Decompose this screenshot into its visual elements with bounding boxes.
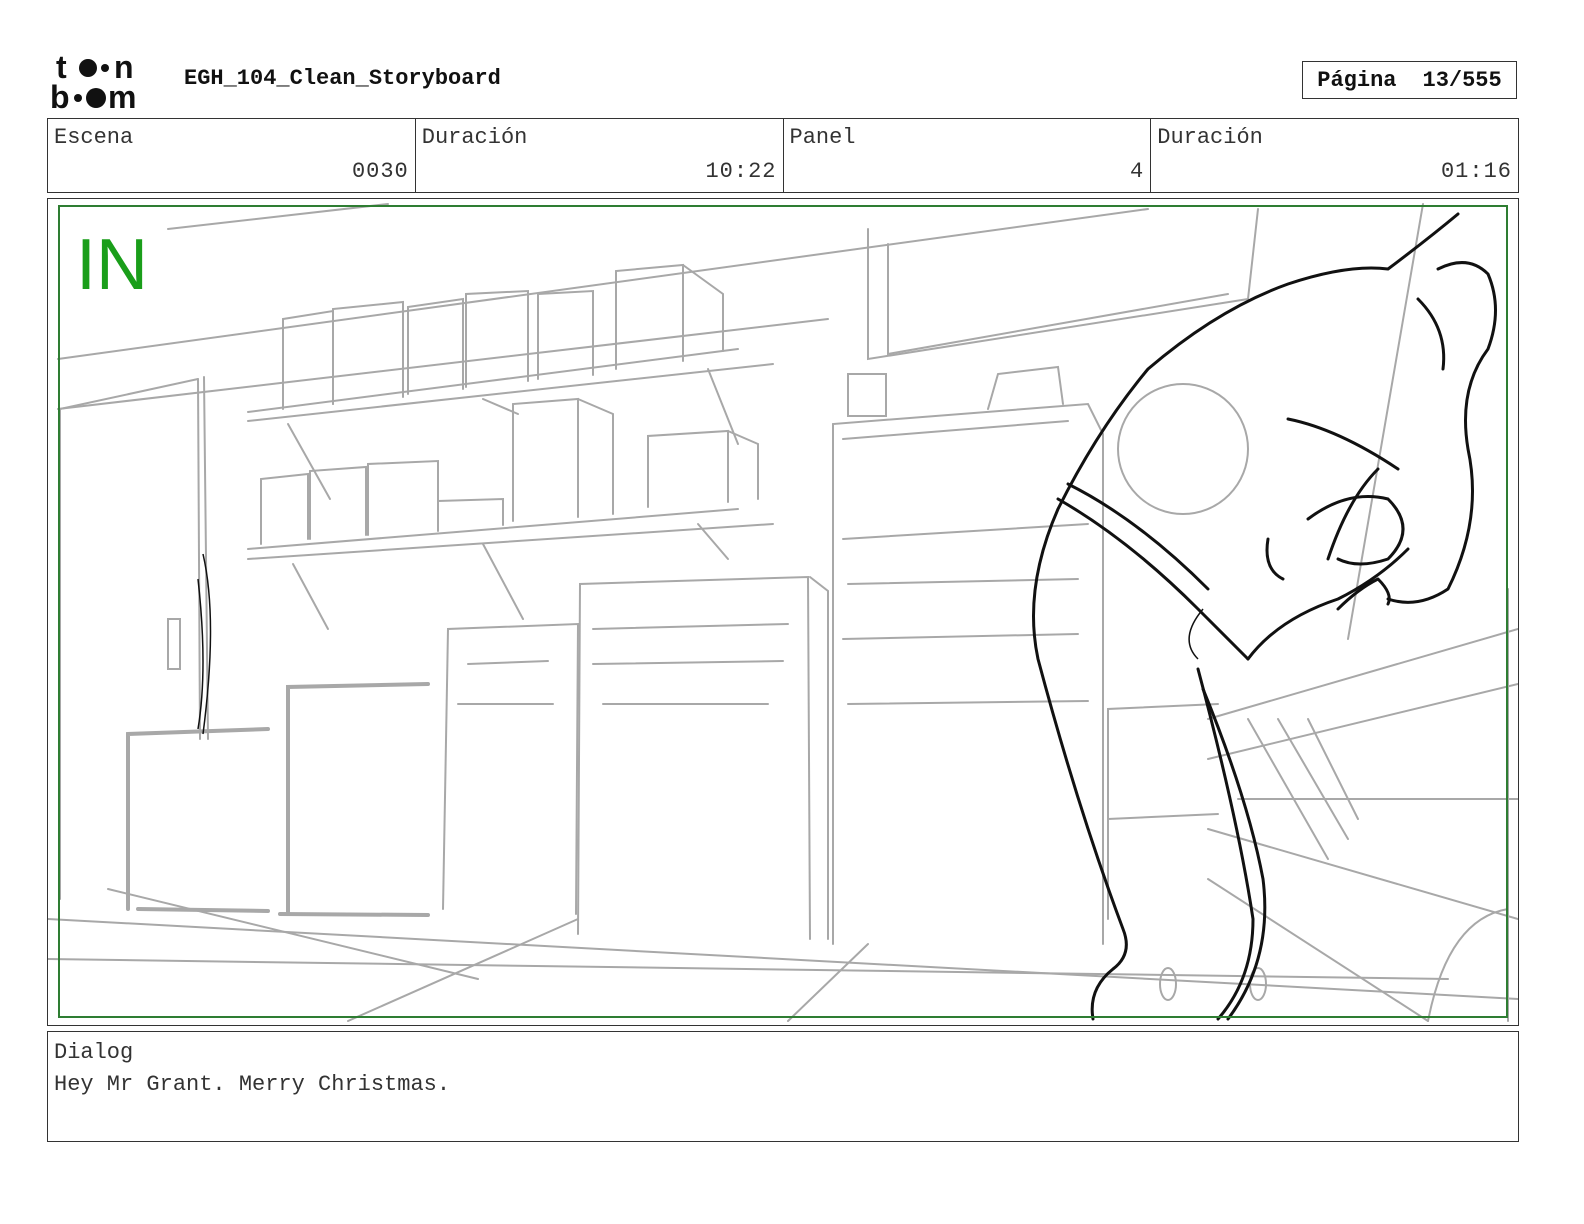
panel-sketch [48,203,1518,1022]
scene-value: 0030 [351,159,409,184]
page-value: 13/555 [1422,67,1502,93]
info-row: Escena 0030 Duración 10:22 Panel 4 Durac… [47,118,1519,193]
scene-duration-value: 10:22 [705,159,777,184]
panel-duration-label: Duración [1157,125,1263,150]
scene-duration-cell: Duración 10:22 [416,119,784,192]
panel-value: 4 [1130,159,1145,184]
safe-frame [58,205,1508,1018]
scene-cell: Escena 0030 [48,119,416,192]
scene-duration-label: Duración [421,125,528,150]
panel-label: Panel [789,125,856,150]
dialog-box: Dialog Hey Mr Grant. Merry Christmas. [47,1031,1519,1142]
in-marker: IN [76,225,148,305]
svg-text:m: m [108,79,136,112]
panel-duration-value: 01:16 [1440,159,1512,184]
document-title: EGH_104_Clean_Storyboard [184,66,501,91]
toon-boom-logo: t n b m [50,50,136,112]
panel-cell: Panel 4 [784,119,1152,192]
storyboard-panel: IN [47,198,1519,1026]
scene-label: Escena [54,125,134,150]
svg-text:b: b [50,79,70,112]
panel-duration-cell: Duración 01:16 [1151,119,1518,192]
dialog-text: Hey Mr Grant. Merry Christmas. [54,1072,451,1097]
page-label: Página [1317,67,1397,93]
dialog-label: Dialog [54,1040,134,1065]
page-indicator: Página 13/555 [1302,61,1517,99]
